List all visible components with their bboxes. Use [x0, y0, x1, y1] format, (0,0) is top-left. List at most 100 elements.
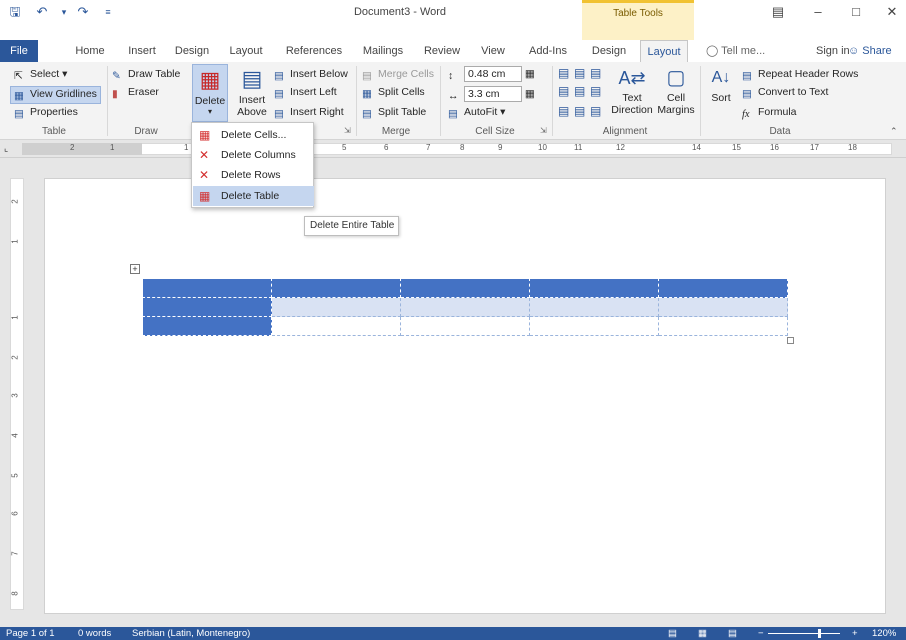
delete-button[interactable]: ▦ Delete ▾ — [192, 64, 228, 122]
tab-file[interactable]: File — [0, 40, 38, 62]
table-cell[interactable] — [142, 316, 272, 336]
tab-home[interactable]: Home — [72, 40, 108, 62]
table-cell[interactable] — [658, 316, 788, 336]
autofit-button[interactable]: ▤ AutoFit ▾ — [448, 106, 505, 120]
formula-button[interactable]: fx Formula — [742, 106, 797, 121]
undo-icon[interactable]: ↶ — [32, 4, 52, 20]
cell-height-field[interactable]: ↕ 0.48 cm ▦ — [448, 66, 535, 82]
sort-button[interactable]: A↓ Sort — [706, 64, 736, 122]
delete-rows-icon: ✕ — [199, 168, 210, 182]
tab-table-layout[interactable]: Layout — [640, 40, 688, 62]
menu-item-delete-columns[interactable]: ✕ Delete Columns — [193, 145, 314, 165]
merge-cells-button[interactable]: ▤ Merge Cells — [362, 68, 434, 82]
tab-table-design[interactable]: Design — [586, 40, 632, 62]
menu-item-delete-table[interactable]: ▦ Delete Table — [193, 186, 314, 206]
zoom-out-icon[interactable]: − — [758, 627, 764, 640]
zoom-level[interactable]: 120% — [872, 627, 896, 640]
table-cell[interactable] — [271, 316, 401, 336]
repeat-header-rows-button[interactable]: ▤ Repeat Header Rows — [742, 68, 858, 82]
language-indicator[interactable]: Serbian (Latin, Montenegro) — [132, 627, 250, 640]
distribute-columns-icon[interactable]: ▦ — [525, 88, 535, 100]
align-bottom-right-icon[interactable]: ▤ — [590, 104, 601, 118]
horizontal-ruler[interactable]: ⌞ 2 1 1 5 6 7 8 9 10 11 12 14 15 16 17 1… — [0, 140, 906, 158]
draw-table-button[interactable]: ✎ Draw Table — [112, 68, 180, 82]
web-layout-icon[interactable]: ▤ — [728, 627, 737, 640]
undo-dropdown-icon[interactable]: ▾ — [58, 4, 70, 20]
align-center-right-icon[interactable]: ▤ — [590, 84, 601, 98]
table-cell[interactable] — [400, 297, 530, 317]
table-move-handle-icon[interactable]: + — [130, 264, 140, 274]
cell-size-launcher-icon[interactable]: ⇲ — [540, 126, 547, 135]
save-icon[interactable]: 🖫 — [8, 4, 22, 20]
word-count[interactable]: 0 words — [78, 627, 111, 640]
tab-mailings[interactable]: Mailings — [360, 40, 406, 62]
tab-design[interactable]: Design — [172, 40, 212, 62]
align-top-left-icon[interactable]: ▤ — [558, 66, 569, 80]
table-cell[interactable] — [271, 297, 401, 317]
insert-left-button[interactable]: ▤ Insert Left — [274, 86, 337, 100]
collapse-ribbon-icon[interactable]: ⌃ — [890, 126, 898, 137]
read-mode-icon[interactable]: ▤ — [668, 627, 677, 640]
customize-qat-icon[interactable]: ≡ — [102, 4, 114, 20]
print-layout-icon[interactable]: ▦ — [698, 627, 707, 640]
cell-height-value[interactable]: 0.48 cm — [464, 66, 522, 82]
tab-layout[interactable]: Layout — [226, 40, 266, 62]
split-table-button[interactable]: ▤ Split Table — [362, 106, 426, 120]
maximize-icon[interactable]: □ — [846, 4, 866, 20]
tell-me-box[interactable]: ◯ Tell me... — [706, 40, 765, 62]
tab-review[interactable]: Review — [422, 40, 462, 62]
split-cells-button[interactable]: ▦ Split Cells — [362, 86, 425, 100]
table-cell[interactable] — [529, 297, 659, 317]
align-top-center-icon[interactable]: ▤ — [574, 66, 585, 80]
table-resize-handle[interactable] — [787, 337, 794, 344]
table-cell[interactable] — [142, 278, 272, 298]
redo-icon[interactable]: ↷ — [76, 4, 90, 20]
menu-item-delete-cells[interactable]: ▦ Delete Cells... — [193, 125, 314, 145]
insert-above-button[interactable]: ▤ Insert Above — [234, 64, 270, 122]
close-icon[interactable]: ✕ — [882, 4, 902, 20]
share-button[interactable]: ☺ Share — [848, 40, 892, 62]
document-page[interactable] — [44, 178, 886, 614]
tab-references[interactable]: References — [284, 40, 344, 62]
sign-in-link[interactable]: Sign in — [816, 40, 850, 62]
tab-selector-icon[interactable]: ⌞ — [4, 143, 16, 155]
table-cell[interactable] — [529, 278, 659, 298]
align-bottom-center-icon[interactable]: ▤ — [574, 104, 585, 118]
zoom-slider-track[interactable] — [768, 633, 840, 634]
table-cell[interactable] — [529, 316, 659, 336]
tab-insert[interactable]: Insert — [124, 40, 160, 62]
align-center-icon[interactable]: ▤ — [574, 84, 585, 98]
align-bottom-left-icon[interactable]: ▤ — [558, 104, 569, 118]
vertical-ruler[interactable]: 2 1 1 2 3 4 5 6 7 8 — [10, 178, 24, 610]
text-direction-button[interactable]: A⇄ Text Direction — [610, 64, 654, 122]
table-cell[interactable] — [400, 316, 530, 336]
tab-add-ins[interactable]: Add-Ins — [526, 40, 570, 62]
page-count[interactable]: Page 1 of 1 — [6, 627, 55, 640]
convert-to-text-button[interactable]: ▤ Convert to Text — [742, 86, 828, 100]
properties-button[interactable]: ▤ Properties — [14, 106, 78, 120]
zoom-slider-thumb[interactable] — [818, 629, 821, 638]
menu-item-delete-rows[interactable]: ✕ Delete Rows — [193, 165, 314, 185]
table-cell[interactable] — [658, 297, 788, 317]
zoom-in-icon[interactable]: + — [852, 627, 858, 640]
cell-width-field[interactable]: ↔ 3.3 cm ▦ — [448, 86, 535, 102]
document-table[interactable] — [142, 278, 788, 336]
view-gridlines-button[interactable]: ▦ View Gridlines — [10, 86, 101, 104]
minimize-icon[interactable]: – — [808, 4, 828, 20]
table-cell[interactable] — [658, 278, 788, 298]
tab-view[interactable]: View — [476, 40, 510, 62]
table-cell[interactable] — [400, 278, 530, 298]
insert-right-button[interactable]: ▤ Insert Right — [274, 106, 344, 120]
ribbon-display-options-icon[interactable]: ▤ — [768, 4, 788, 20]
table-cell[interactable] — [271, 278, 401, 298]
table-cell[interactable] — [142, 297, 272, 317]
align-center-left-icon[interactable]: ▤ — [558, 84, 569, 98]
cell-margins-button[interactable]: ▢ Cell Margins — [656, 64, 696, 122]
cell-width-value[interactable]: 3.3 cm — [464, 86, 522, 102]
eraser-button[interactable]: ▮ Eraser — [112, 86, 159, 100]
distribute-rows-icon[interactable]: ▦ — [525, 68, 535, 80]
select-button[interactable]: ⇱ Select ▾ — [14, 68, 67, 82]
align-top-right-icon[interactable]: ▤ — [590, 66, 601, 80]
rows-columns-launcher-icon[interactable]: ⇲ — [344, 126, 351, 135]
insert-below-button[interactable]: ▤ Insert Below — [274, 68, 348, 82]
